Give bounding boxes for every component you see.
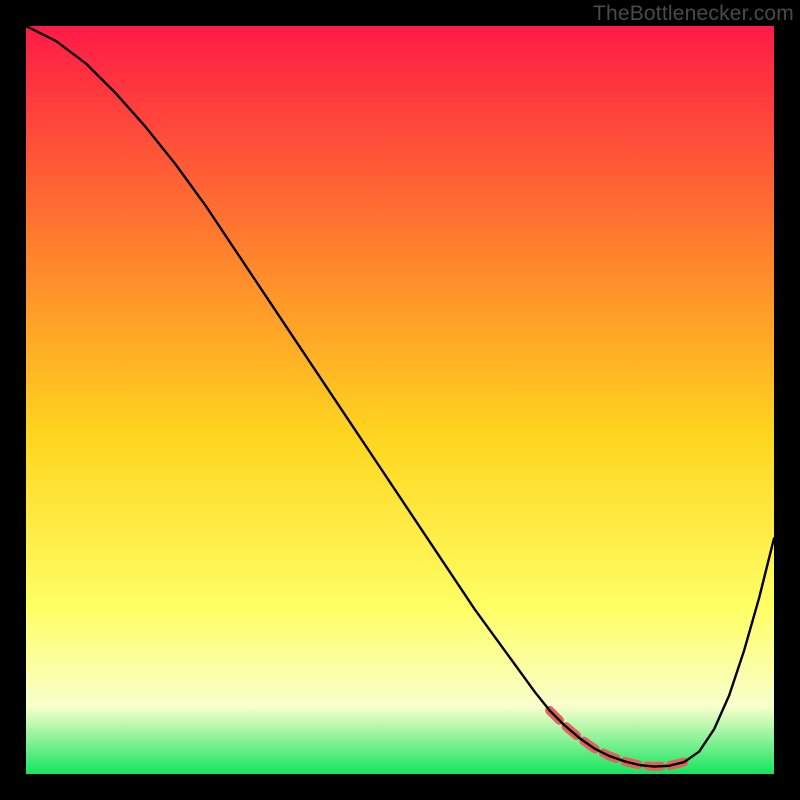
gradient-background [26,26,774,774]
watermark-text: TheBottleneсker.com [593,2,794,26]
chart-frame [26,26,774,774]
bottleneck-chart [26,26,774,774]
